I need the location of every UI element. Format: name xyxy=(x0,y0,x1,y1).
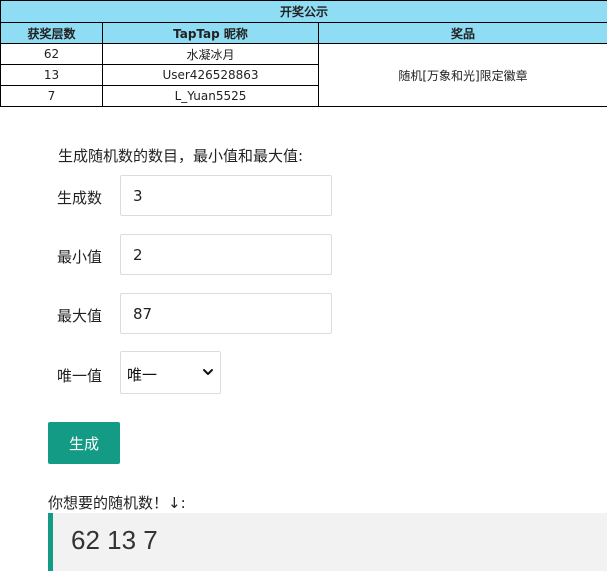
floor-cell: 13 xyxy=(0,64,103,86)
result-box: 62 13 7 xyxy=(48,513,607,571)
max-input[interactable] xyxy=(120,293,332,334)
floor-cell: 62 xyxy=(0,43,103,65)
count-label: 生成数 xyxy=(57,189,103,207)
result-value: 62 13 7 xyxy=(71,525,158,555)
table-title: 开奖公示 xyxy=(0,0,607,23)
nickname-cell: L_Yuan5525 xyxy=(102,85,319,107)
result-label: 你想要的随机数！↓: xyxy=(48,494,186,512)
header-floor: 获奖层数 xyxy=(0,22,103,44)
unique-select-value: 唯一 xyxy=(127,366,158,384)
header-prize: 奖品 xyxy=(318,22,607,44)
count-input[interactable] xyxy=(120,175,332,216)
floor-cell: 7 xyxy=(0,85,103,107)
prize-announcement-table: 开奖公示 获奖层数 TapTap 昵称 奖品 62 水凝冰月 随机[万象和光]限… xyxy=(0,0,607,107)
nickname-cell: User426528863 xyxy=(102,64,319,86)
min-label: 最小值 xyxy=(57,248,103,266)
prize-cell: 随机[万象和光]限定徽章 xyxy=(318,43,607,107)
form-instruction: 生成随机数的数目，最小值和最大值: xyxy=(58,147,304,165)
nickname-cell: 水凝冰月 xyxy=(102,43,319,65)
max-label: 最大值 xyxy=(57,307,103,325)
unique-select[interactable]: 唯一 xyxy=(120,351,221,394)
table-row: 62 水凝冰月 随机[万象和光]限定徽章 xyxy=(0,43,607,107)
generate-button[interactable]: 生成 xyxy=(48,422,120,464)
chevron-down-icon xyxy=(203,369,213,375)
min-input[interactable] xyxy=(120,234,332,275)
header-nickname: TapTap 昵称 xyxy=(102,22,319,44)
unique-label: 唯一值 xyxy=(57,367,103,385)
